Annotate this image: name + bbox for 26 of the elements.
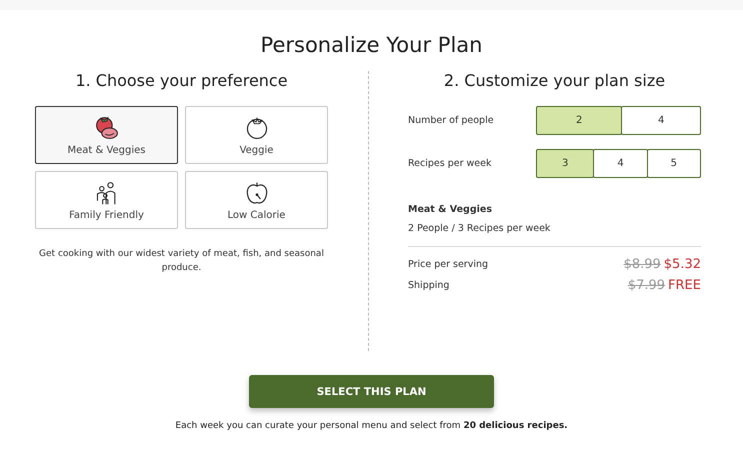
selector-label: Recipes per week: [408, 158, 492, 169]
description-text: Get cooking with our widest variety of meat, fish, and seasonal produce.: [39, 248, 324, 276]
price-label: Shipping: [408, 280, 450, 291]
option-button[interactable]: 5: [646, 149, 702, 178]
preference-card[interactable]: Meat & Veggies: [35, 106, 178, 164]
preference-card[interactable]: Veggie: [185, 106, 328, 164]
option-button[interactable]: 4: [621, 106, 701, 135]
new-price: $5.32: [664, 257, 701, 272]
new-price: FREE: [668, 278, 701, 293]
section-heading: 1. Choose your preference: [74, 71, 289, 90]
old-price: $7.99: [628, 278, 666, 293]
select-plan-button[interactable]: SELECT THIS PLAN: [249, 375, 494, 408]
option-button[interactable]: 3: [536, 149, 594, 178]
summary-detail: 2 People / 3 Recipes per week: [408, 223, 552, 234]
preference-card[interactable]: Low Calorie: [185, 171, 328, 229]
price-label: Price per serving: [408, 259, 488, 270]
summary-title: Meat & Veggies: [408, 204, 493, 215]
section-heading: 2. Customize your plan size: [442, 71, 666, 90]
meat-veggie-icon: [94, 114, 120, 140]
old-price: $8.99: [624, 257, 661, 272]
option-button[interactable]: 2: [536, 106, 622, 135]
footnote-text: Each week you can curate your personal menu and select from 20 delicious recipes.: [175, 421, 568, 431]
option-button[interactable]: 4: [593, 149, 648, 178]
selector-label: Number of people: [408, 115, 495, 126]
page-title: Personalize Your Plan: [260, 33, 484, 57]
preference-card[interactable]: Family Friendly: [35, 171, 178, 229]
